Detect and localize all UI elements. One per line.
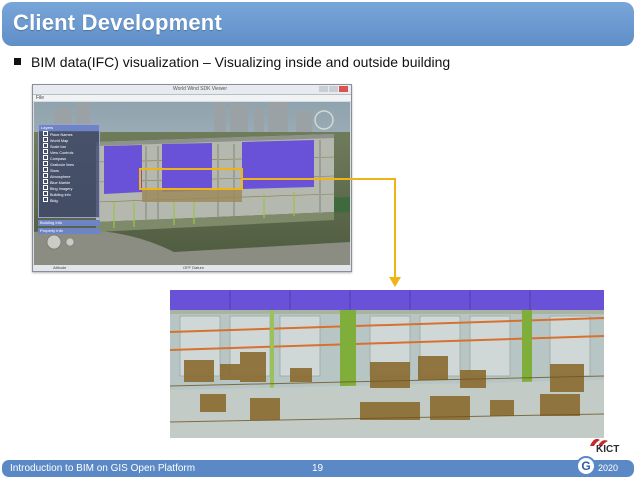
footer-logo-icon: G <box>576 456 596 476</box>
close-icon <box>339 86 348 92</box>
checkbox-icon <box>43 161 48 166</box>
status-datum: OFF Datum <box>183 265 204 270</box>
slide-title-bar: Client Development <box>2 2 634 46</box>
viewer-menu-file: File <box>36 95 45 101</box>
checkbox-icon <box>43 149 48 154</box>
checkbox-icon <box>43 197 48 202</box>
page-number: 19 <box>312 463 324 474</box>
bullet-square-icon <box>14 58 21 65</box>
layer-panel: Layers Place Names World Map Scale bar V… <box>38 124 100 218</box>
footer-title: Introduction to BIM on GIS Open Platform <box>10 463 196 474</box>
maximize-icon <box>329 86 338 92</box>
checkbox-icon <box>43 179 48 184</box>
arrow-down-icon <box>389 277 401 287</box>
checkbox-icon <box>43 137 48 142</box>
slide-title: Client Development <box>13 10 222 35</box>
interior-detail-view <box>170 290 604 438</box>
connector-line-vertical <box>394 178 396 278</box>
checkbox-icon <box>43 155 48 160</box>
connector-line-horizontal <box>243 178 396 180</box>
highlight-box <box>139 168 243 190</box>
interior-scene <box>170 290 604 438</box>
kict-logo: KICT <box>588 436 630 458</box>
zoom-control-icon <box>65 237 75 247</box>
bullet-text: BIM data(IFC) visualization – Visualizin… <box>31 54 451 70</box>
viewer-window-title: World Wind SDK Viewer <box>173 86 227 92</box>
checkbox-icon <box>43 191 48 196</box>
checkbox-icon <box>43 167 48 172</box>
checkbox-icon <box>43 185 48 190</box>
building-info-panel[interactable]: Building Info <box>38 220 100 226</box>
layer-item[interactable]: Bldg. <box>39 197 99 203</box>
checkbox-icon <box>43 131 48 136</box>
kict-logo-text: KICT <box>596 444 620 455</box>
minimize-icon <box>319 86 328 92</box>
status-altitude: Altitude <box>53 265 67 270</box>
viewer-menubar: File <box>33 95 351 101</box>
checkbox-icon <box>43 173 48 178</box>
viewer-titlebar: World Wind SDK Viewer <box>33 85 351 95</box>
property-info-panel[interactable]: Property Info <box>38 228 100 234</box>
checkbox-icon <box>43 143 48 148</box>
bullet-point: BIM data(IFC) visualization – Visualizin… <box>14 54 450 70</box>
compass-icon <box>46 234 62 250</box>
footer-code: 2020 <box>598 463 619 473</box>
viewer-statusbar: Altitude OFF Datum <box>33 265 351 271</box>
slide-footer: Introduction to BIM on GIS Open Platform… <box>2 460 634 477</box>
